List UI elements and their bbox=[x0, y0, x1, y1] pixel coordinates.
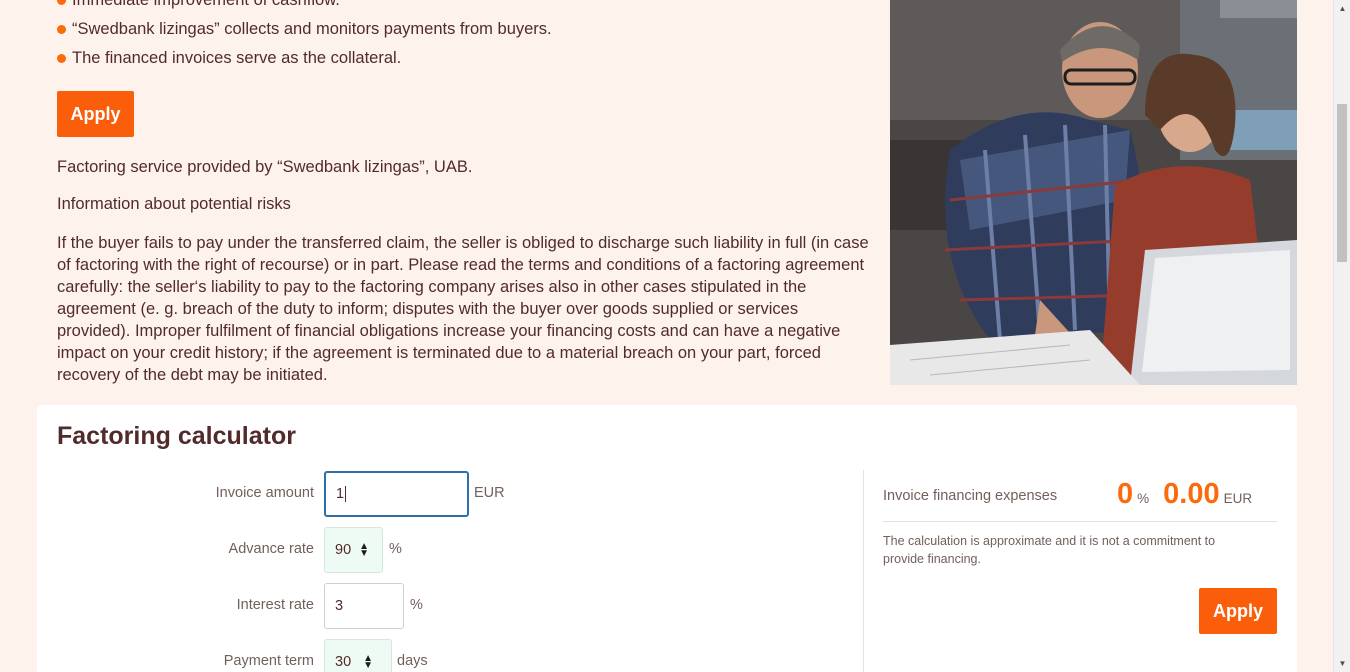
payment-term-label: Payment term bbox=[223, 653, 314, 669]
interest-rate-unit: % bbox=[410, 597, 423, 613]
page-scrollbar[interactable]: ▲ ▼ bbox=[1333, 0, 1350, 672]
scroll-down-arrow-icon[interactable]: ▼ bbox=[1334, 655, 1350, 672]
bullet-text: “Swedbank lizingas” collects and monitor… bbox=[72, 20, 552, 38]
expenses-amount-unit: EUR bbox=[1223, 491, 1253, 506]
invoice-amount-unit: EUR bbox=[474, 485, 505, 501]
interest-rate-input[interactable]: 3 bbox=[324, 583, 404, 629]
result-divider bbox=[883, 521, 1277, 522]
expenses-percent-unit: % bbox=[1137, 491, 1150, 506]
list-item: “Swedbank lizingas” collects and monitor… bbox=[57, 15, 857, 44]
interest-rate-label: Interest rate bbox=[236, 597, 314, 613]
scrollbar-thumb[interactable] bbox=[1337, 104, 1347, 262]
people-at-laptop-image bbox=[890, 0, 1297, 385]
financing-expenses-values: 0 % 0.00 EUR bbox=[1117, 478, 1252, 511]
expenses-percent: 0 bbox=[1117, 478, 1134, 510]
updown-arrows-icon: ▲ ▼ bbox=[363, 653, 374, 671]
advance-rate-unit: % bbox=[389, 541, 402, 557]
bullet-text: Immediate improvement of cashflow. bbox=[72, 0, 340, 9]
bullet-dot-icon bbox=[57, 25, 66, 34]
payment-term-select[interactable]: 30 ▲ ▼ bbox=[324, 639, 392, 672]
bullet-dot-icon bbox=[57, 0, 66, 5]
advance-rate-select[interactable]: 90 ▲ ▼ bbox=[324, 527, 383, 573]
invoice-amount-row: Invoice amount 1 EUR bbox=[37, 471, 857, 517]
scroll-up-arrow-icon[interactable]: ▲ bbox=[1334, 0, 1350, 17]
expenses-amount: 0.00 bbox=[1163, 478, 1220, 510]
payment-term-unit: days bbox=[397, 653, 428, 669]
interest-rate-value: 3 bbox=[335, 598, 344, 614]
financing-expenses-label: Invoice financing expenses bbox=[883, 488, 1058, 504]
list-item: Immediate improvement of cashflow. bbox=[57, 0, 857, 15]
advance-rate-label: Advance rate bbox=[228, 541, 314, 557]
list-item: The financed invoices serve as the colla… bbox=[57, 44, 857, 73]
column-divider bbox=[863, 470, 864, 672]
payment-term-row: Payment term 30 ▲ ▼ days bbox=[37, 639, 857, 672]
apply-button[interactable]: Apply bbox=[57, 91, 134, 137]
factoring-calculator: Factoring calculator Invoice amount 1 EU… bbox=[37, 405, 1297, 672]
text-caret bbox=[345, 486, 347, 502]
invoice-amount-value: 1 bbox=[336, 486, 345, 502]
intro-section: Immediate improvement of cashflow. “Swed… bbox=[0, 0, 1333, 405]
advance-rate-row: Advance rate 90 ▲ ▼ % bbox=[37, 527, 857, 573]
hero-photo bbox=[890, 0, 1297, 385]
advance-rate-value: 90 bbox=[335, 542, 352, 558]
calculator-apply-button[interactable]: Apply bbox=[1199, 588, 1277, 634]
payment-term-value: 30 bbox=[335, 654, 352, 670]
bullet-dot-icon bbox=[57, 54, 66, 63]
calculator-title: Factoring calculator bbox=[57, 422, 296, 450]
risks-heading: Information about potential risks bbox=[57, 195, 291, 213]
calculation-note: The calculation is approximate and it is… bbox=[883, 534, 1216, 566]
risks-paragraph: If the buyer fails to pay under the tran… bbox=[57, 234, 869, 384]
invoice-amount-label: Invoice amount bbox=[215, 485, 314, 501]
invoice-amount-input[interactable]: 1 bbox=[324, 471, 469, 517]
benefit-list: Immediate improvement of cashflow. “Swed… bbox=[57, 0, 857, 73]
updown-arrows-icon: ▲ ▼ bbox=[359, 541, 370, 559]
interest-rate-row: Interest rate 3 % bbox=[37, 583, 857, 629]
provider-text: Factoring service provided by “Swedbank … bbox=[57, 158, 473, 176]
bullet-text: The financed invoices serve as the colla… bbox=[72, 49, 402, 67]
